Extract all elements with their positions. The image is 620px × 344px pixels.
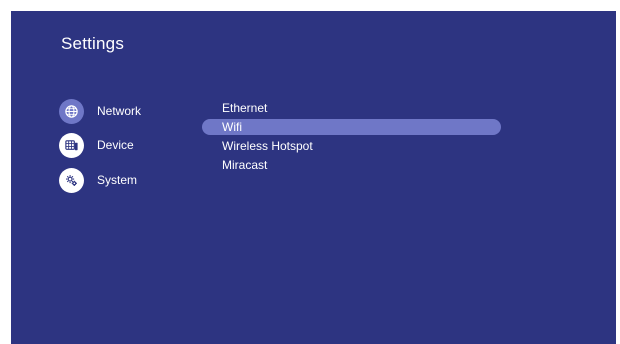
submenu-item-label: Ethernet: [222, 101, 268, 115]
category-system-label: System: [97, 173, 138, 187]
category-device[interactable]: Device: [59, 132, 134, 158]
submenu-item-wifi[interactable]: Wifi: [202, 119, 501, 135]
category-network-label: Network: [97, 104, 142, 118]
submenu-item-label: Miracast: [222, 158, 268, 172]
device-icon: [59, 132, 84, 158]
category-device-label: Device: [97, 138, 134, 152]
page-title: Settings: [61, 34, 125, 53]
submenu-item-miracast[interactable]: Miracast: [202, 157, 501, 173]
category-network[interactable]: Network: [59, 98, 141, 124]
system-gear-icon: [59, 167, 84, 193]
submenu-item-label: Wifi: [222, 120, 242, 134]
submenu-item-label: Wireless Hotspot: [222, 139, 313, 153]
submenu-item-wireless-hotspot[interactable]: Wireless Hotspot: [202, 138, 501, 154]
settings-screen: Settings Network Device System Ethernet …: [11, 11, 616, 344]
category-system[interactable]: System: [59, 167, 137, 193]
globe-icon: [59, 98, 84, 124]
submenu-item-ethernet[interactable]: Ethernet: [202, 100, 501, 116]
